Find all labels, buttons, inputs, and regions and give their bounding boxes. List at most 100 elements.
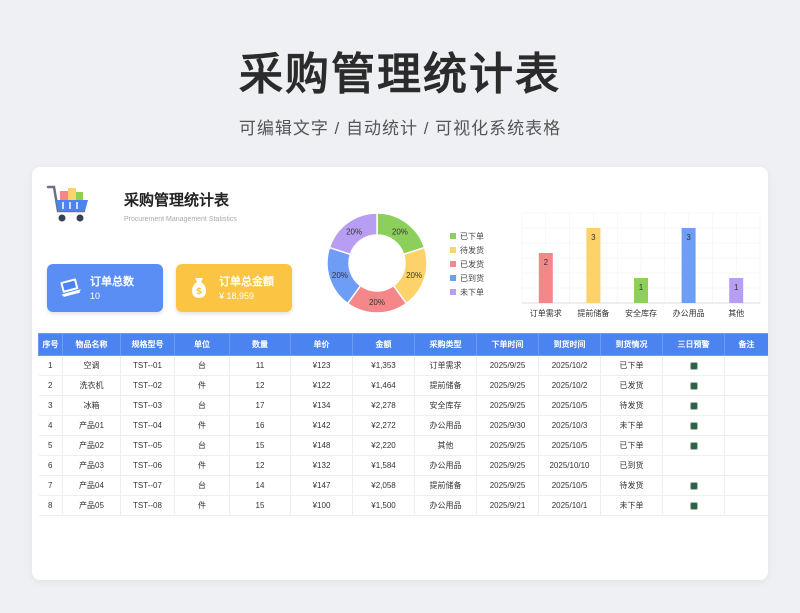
table-cell: 2025/9/25 [476,375,539,396]
table-cell: 15 [229,495,291,516]
bar-category-label: 订单需求 [530,308,562,318]
table-cell: 产品02 [62,435,121,456]
table-cell: 2025/10/10 [538,455,601,476]
table-header-cell: 到货时间 [538,333,601,356]
table-cell: ¥123 [290,355,353,376]
bar-category-label: 提前储备 [577,308,609,318]
table-cell: 2025/10/2 [538,355,601,376]
purchase-type-bar-chart: 2 订单需求 3 提前储备 1 安全库存 3 办公用品 1 其他 [521,212,761,318]
table-row: 6 产品03 TST--06 件 12 ¥132 ¥1,584 办公用品 2025/9/25 20… [38,455,768,476]
table-header-cell: 规格型号 [120,333,175,356]
kpi-order-amount: $ 订单总金额 ¥ 18,959 [176,264,292,312]
donut-slice-label: 20% [392,227,408,236]
table-cell: TST--06 [120,455,175,476]
table-cell: 7 [38,475,63,496]
table-cell: 2025/9/25 [476,395,539,416]
warning-indicator-icon [689,381,698,390]
table-cell: ¥147 [290,475,353,496]
table-cell: 台 [174,475,230,496]
table-header-cell: 下单时间 [476,333,539,356]
table-cell: 5 [38,435,63,456]
legend-item: 待发货 [450,243,484,257]
purchase-table: 序号 物品名称 规格型号 单位 数量 单价 金额 采购类型 下单时间 到货时间 到货情况 三日预警 备注… [38,333,768,516]
warning-indicator-icon [689,481,698,490]
table-cell: 8 [38,495,63,516]
table-row: 2 洗衣机 TST--02 件 12 ¥122 ¥1,464 提前储备 2025/9/25 202… [38,375,768,396]
table-cell: 已发货 [600,375,663,396]
table-header-cell: 单价 [290,333,353,356]
table-cell: TST--08 [120,495,175,516]
table-cell: ¥1,353 [352,355,415,376]
table-cell: ¥1,500 [352,495,415,516]
page-subtitle: 可编辑文字 / 自动统计 / 可视化系统表格 [238,119,562,138]
table-cell: 2025/10/5 [538,435,601,456]
table-cell: 台 [174,395,230,416]
bar-value-label: 2 [544,258,549,267]
table-cell [724,415,768,436]
table-cell: 2025/10/5 [538,475,601,496]
legend-label: 待发货 [460,245,484,255]
table-cell: TST--05 [120,435,175,456]
table-cell: 其他 [414,435,477,456]
table-cell: ¥142 [290,415,353,436]
table-cell: 2025/10/2 [538,375,601,396]
legend-swatch [450,275,456,281]
table-row: 8 产品05 TST--08 件 15 ¥100 ¥1,500 办公用品 2025/9/21 20… [38,495,768,516]
table-cell: 2025/9/25 [476,355,539,376]
card-title: 采购管理统计表 [124,192,230,209]
statistics-card: 采购管理统计表 Procurement Management Statistic… [32,167,768,580]
table-cell: 办公用品 [414,415,477,436]
kpi-label: 订单总金额 [219,276,274,288]
legend-label: 已下单 [460,231,484,241]
table-cell: 提前储备 [414,475,477,496]
table-row: 5 产品02 TST--05 台 15 ¥148 ¥2,220 其他 2025/9/25 2025… [38,435,768,456]
table-header-cell: 金额 [352,333,415,356]
table-cell: TST--04 [120,415,175,436]
table-header-cell: 序号 [38,333,63,356]
table-cell: 未下单 [600,415,663,436]
legend-item: 已下单 [450,229,484,243]
warning-indicator-icon [689,401,698,410]
table-cell: 12 [229,455,291,476]
legend-label: 已到货 [460,273,484,283]
bar-value-label: 1 [734,283,739,292]
table-cell: 2025/9/25 [476,435,539,456]
table-cell [724,395,768,416]
table-header-cell: 三日预警 [662,333,725,356]
warning-cell [662,375,725,396]
bar-value-label: 3 [686,233,691,242]
table-cell: 待发货 [600,475,663,496]
warning-indicator-icon [689,421,698,430]
kpi-value: ¥ 18,959 [219,291,255,301]
table-cell: 15 [229,435,291,456]
table-cell: ¥134 [290,395,353,416]
table-cell: ¥2,058 [352,475,415,496]
table-cell: 件 [174,455,230,476]
warning-cell [662,495,725,516]
table-cell: 2025/9/30 [476,415,539,436]
table-cell: 已到货 [600,455,663,476]
table-cell: 件 [174,415,230,436]
table-cell [724,355,768,376]
table-cell: 件 [174,495,230,516]
table-cell [724,495,768,516]
table-cell: 6 [38,455,63,476]
table-cell: 办公用品 [414,455,477,476]
donut-legend: 已下单 待发货 已发货 已到货 未下单 [450,229,484,299]
table-cell: TST--01 [120,355,175,376]
warning-cell [662,475,725,496]
table-cell: ¥132 [290,455,353,476]
card-subtitle: Procurement Management Statistics [124,216,237,223]
bar-category-label: 办公用品 [673,308,705,318]
warning-indicator-icon [689,361,698,370]
table-cell: ¥2,220 [352,435,415,456]
table-header-cell: 单位 [174,333,230,356]
bar-category-label: 其他 [728,308,744,318]
table-cell: 2025/10/5 [538,395,601,416]
table-cell: TST--07 [120,475,175,496]
donut-slice-label: 20% [406,271,422,280]
shopping-cart-icon [46,185,88,222]
table-header-cell: 物品名称 [62,333,121,356]
table-cell: ¥1,584 [352,455,415,476]
table-cell: 已下单 [600,435,663,456]
